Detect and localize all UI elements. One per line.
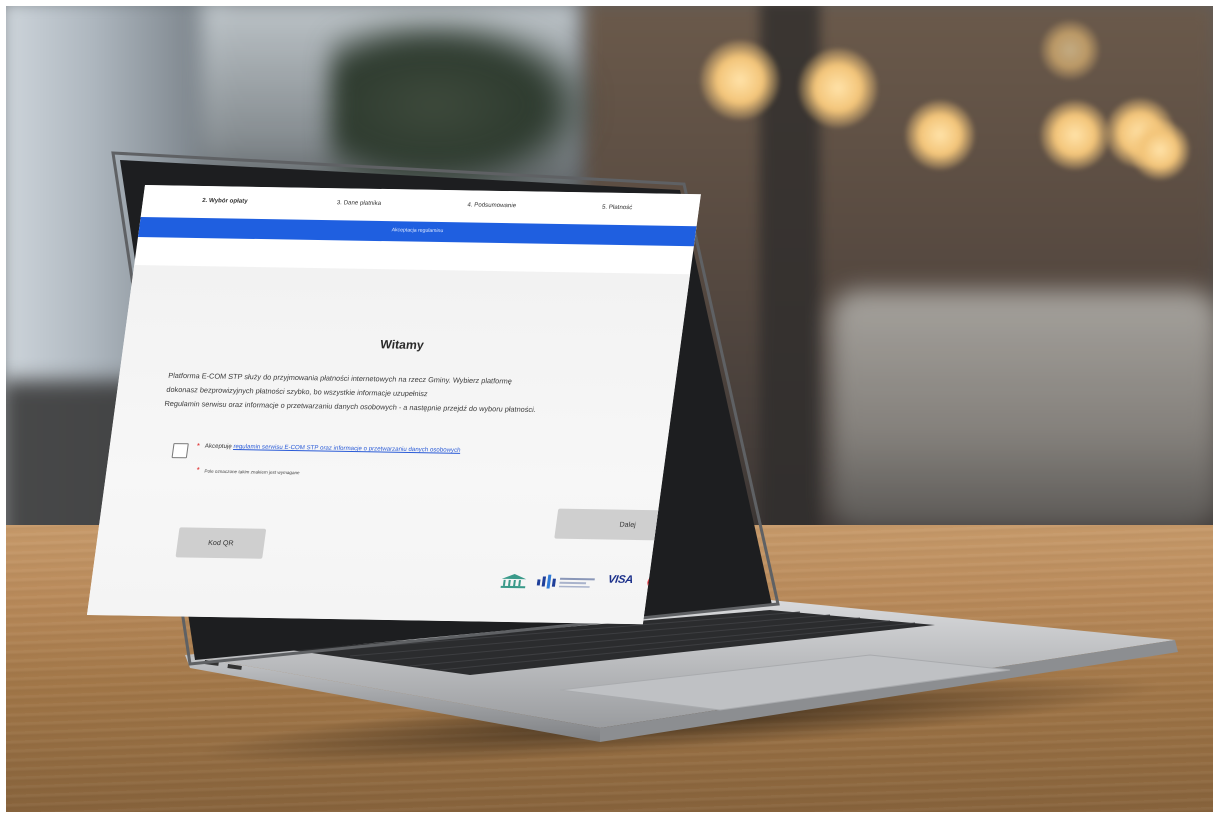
consent-prefix: Akceptuję [204,443,234,451]
required-note-text: Pole oznaczone takim znakiem jest wymaga… [204,468,301,476]
step-summary[interactable]: 4. Podsumowanie [467,202,516,209]
payment-operator-logo [536,574,595,589]
bank-building-icon [500,574,527,589]
intro-text: Platforma E-COM STP służy do przyjmowani… [164,369,659,419]
step-payment[interactable]: 5. Płatność [602,205,633,212]
laptop-screen: 2. Wybór opłaty 3. Dane płatnika 4. Pods… [86,185,701,634]
consent-label: Akceptuję regulamin serwisu E-COM STP or… [204,444,461,454]
required-marker: * [196,441,201,451]
payment-page: 2. Wybór opłaty 3. Dane płatnika 4. Pods… [86,185,701,625]
step-payer-data[interactable]: 3. Dane płatnika [336,200,381,207]
step-payment-choice[interactable]: 2. Wybór opłaty [202,198,248,205]
terms-link[interactable]: regulamin serwisu E-COM STP oraz informa… [233,444,461,454]
visa-logo: VISA [607,573,634,587]
active-step-label: Akceptacja regulaminu [391,227,444,235]
required-marker: * [195,465,201,475]
photo-scene: 2. Wybór opłaty 3. Dane płatnika 4. Pods… [0,0,1219,818]
consent-checkbox[interactable] [171,443,189,459]
qr-code-button[interactable]: Kod QR [175,527,267,559]
